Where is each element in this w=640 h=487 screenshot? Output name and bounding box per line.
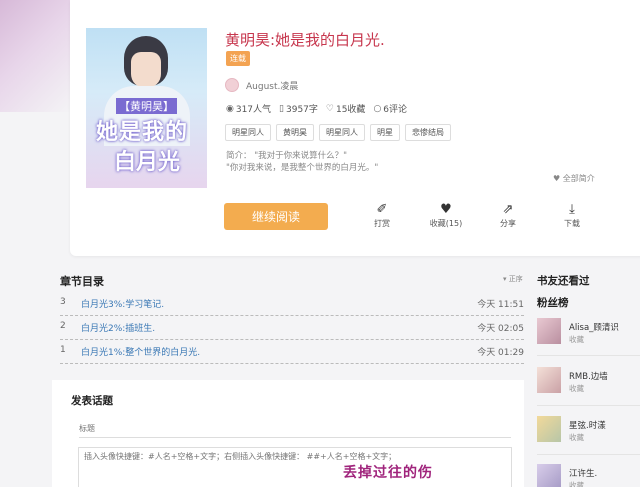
status-badge: 连载 (226, 51, 250, 66)
heart-icon: ♥ (440, 202, 452, 217)
chapter-time: 今天 02:05 (477, 324, 524, 334)
tag-item[interactable]: 悲惨结局 (405, 124, 451, 141)
topic-title-input[interactable] (79, 420, 511, 438)
tag-item[interactable]: 明星同人 (319, 124, 365, 141)
post-topic-heading: 发表话题 (71, 395, 113, 407)
reward-button[interactable]: ✐ 打赏 (362, 202, 402, 229)
fan-role: 收藏 (569, 481, 584, 487)
magic-wand-icon: ✐ (376, 202, 388, 217)
topic-body-textarea[interactable] (78, 447, 512, 487)
divider (537, 405, 640, 406)
cover-face (131, 52, 161, 88)
chapter-list-heading: 章节目录 (60, 275, 104, 288)
book-title: 黄明昊:她是我的白月光. (225, 31, 385, 49)
chapter-time: 今天 11:51 (477, 300, 524, 310)
stat-comments: ○ 6评论 (373, 103, 408, 116)
fans-heading: 粉丝榜 (537, 297, 569, 309)
fan-item[interactable]: 江许生. 收藏 (537, 464, 640, 487)
chapter-time: 今天 01:29 (477, 348, 524, 358)
background-decoration (0, 0, 72, 112)
chapter-row[interactable]: 2 白月光2%:插班生. 今天 02:05 (60, 318, 524, 340)
divider (537, 355, 640, 356)
chapter-number: 3 (60, 297, 66, 307)
tag-list: 明星同人 黄明昊 明星同人 明星 悲惨结局 (225, 124, 451, 141)
fan-avatar (537, 318, 561, 344)
sort-toggle[interactable]: ▾ 正序 (503, 274, 523, 284)
watermark-text: 丢掉过往的伤 (343, 465, 433, 481)
cover-text-3: 白月光 (114, 150, 181, 175)
heart-small-icon: ♥ (553, 174, 561, 183)
eye-icon: ◉ (226, 103, 234, 114)
download-button[interactable]: ⤓ 下载 (552, 202, 592, 229)
chapter-title[interactable]: 白月光2%:插班生. (81, 321, 155, 334)
download-icon: ⤓ (569, 202, 575, 217)
fan-role: 收藏 (569, 335, 584, 344)
stat-words: ▯ 3957字 (279, 103, 318, 116)
fan-name: RMB.边墙 (569, 372, 608, 382)
tag-item[interactable]: 明星同人 (225, 124, 271, 141)
stat-favorites: ♡ 15收藏 (325, 103, 366, 116)
divider (537, 454, 640, 455)
share-icon: ⇗ (502, 202, 514, 217)
book-cover[interactable]: 【黄明昊】 她是我的 白月光 (86, 28, 207, 188)
also-read-heading: 书友还看过 (537, 275, 590, 287)
tag-item[interactable]: 黄明昊 (276, 124, 314, 141)
continue-reading-button[interactable]: 继续阅读 (224, 203, 328, 230)
document-icon: ▯ (279, 103, 284, 114)
chapter-row[interactable]: 3 白月光3%:学习笔记. 今天 11:51 (60, 294, 524, 316)
fan-role: 收藏 (569, 433, 584, 442)
fan-avatar (537, 464, 561, 487)
comment-icon: ○ (373, 103, 382, 114)
chapter-title[interactable]: 白月光3%:学习笔记. (81, 297, 164, 310)
tag-item[interactable]: 明星 (370, 124, 400, 141)
chapter-number: 1 (60, 345, 66, 355)
fan-name: 星弦.时漾 (569, 421, 606, 431)
collect-button[interactable]: ♥ 收藏(15) (426, 202, 466, 229)
cover-text-2: 她是我的 (96, 120, 189, 145)
book-stats: ◉ 317人气 ▯ 3957字 ♡ 15收藏 ○ 6评论 (226, 102, 408, 116)
author-avatar[interactable] (225, 78, 239, 92)
fan-avatar (537, 367, 561, 393)
full-intro-link[interactable]: ♥ 全部简介 (553, 173, 595, 184)
share-button[interactable]: ⇗ 分享 (488, 202, 528, 229)
stat-popularity: ◉ 317人气 (226, 103, 272, 116)
fan-role: 收藏 (569, 384, 584, 393)
fan-name: 江许生. (569, 469, 598, 479)
fan-avatar (537, 416, 561, 442)
book-intro: 简介： "我对于你来说算什么？" "你对我来说，是我整个世界的白月光。" (226, 151, 379, 173)
sort-icon: ▾ (503, 275, 507, 283)
heart-outline-icon: ♡ (325, 103, 334, 114)
chapter-title[interactable]: 白月光1%:整个世界的白月光. (81, 345, 200, 358)
chapter-number: 2 (60, 321, 66, 331)
cover-text-1: 【黄明昊】 (116, 98, 177, 114)
author-name[interactable]: August.凌晨 (246, 79, 298, 92)
fan-name: Alisa_顾清识 (569, 323, 619, 333)
chapter-row[interactable]: 1 白月光1%:整个世界的白月光. 今天 01:29 (60, 342, 524, 364)
